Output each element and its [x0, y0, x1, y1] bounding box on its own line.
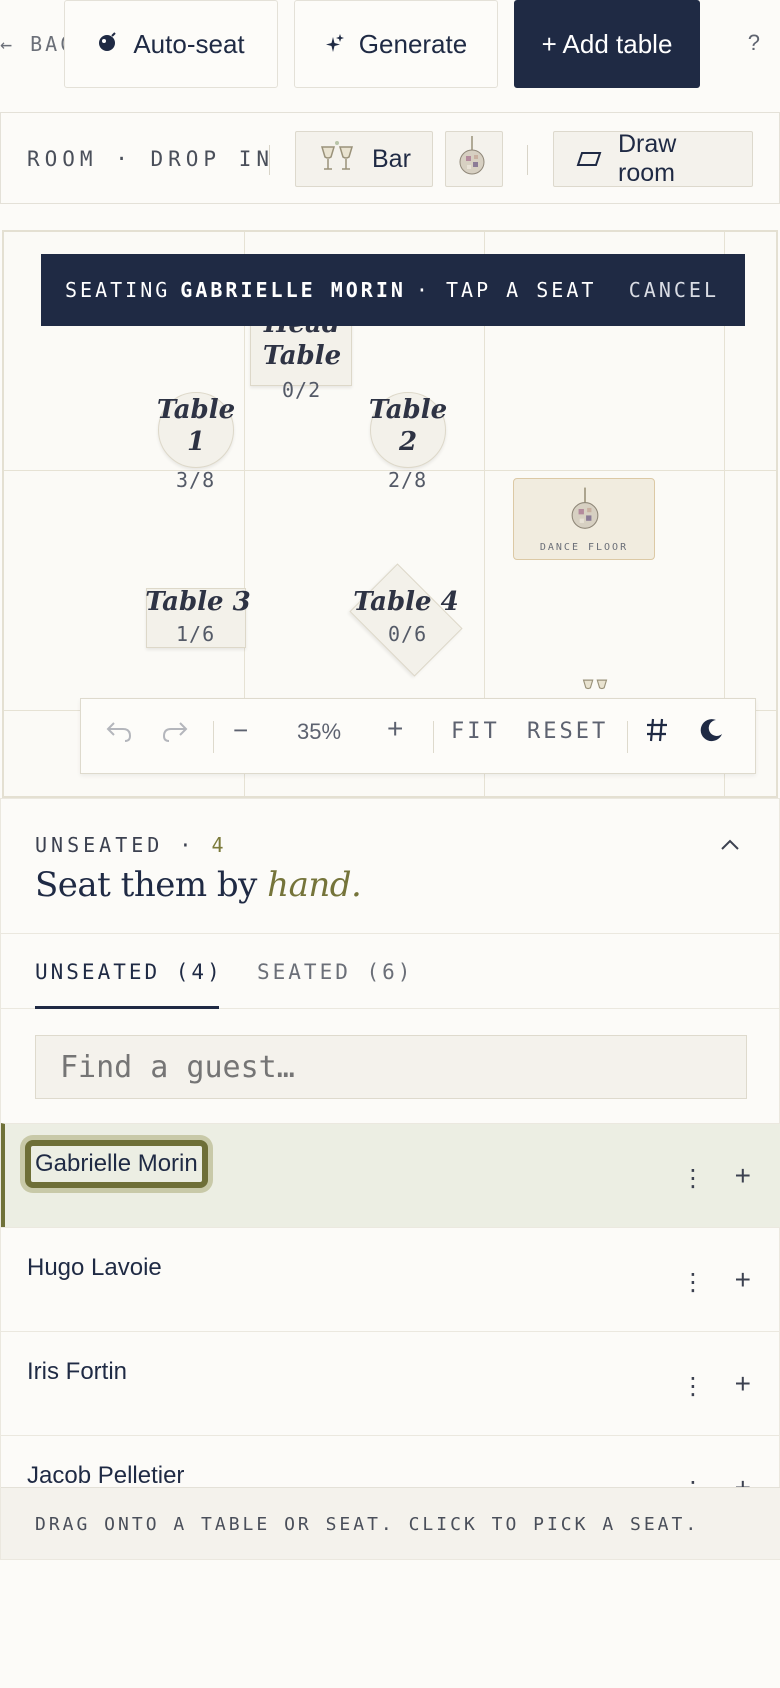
- dance-floor-label: DANCE FLOOR: [539, 542, 629, 553]
- zoom-level: 35%: [297, 719, 342, 744]
- guest-row[interactable]: Gabrielle Morin ⋮ +: [1, 1123, 780, 1227]
- divider: [433, 721, 434, 753]
- dance-floor[interactable]: DANCE FLOOR: [513, 478, 655, 560]
- more-vertical-icon[interactable]: ⋮: [681, 1164, 705, 1193]
- more-vertical-icon[interactable]: ⋮: [681, 1372, 705, 1401]
- fit-button[interactable]: FIT: [451, 719, 500, 744]
- add-table-button[interactable]: + Add table: [514, 0, 700, 88]
- guest-name: Iris Fortin: [27, 1358, 128, 1385]
- footer-hint: DRAG ONTO A TABLE OR SEAT. CLICK TO PICK…: [1, 1487, 780, 1559]
- disco-ball-icon: [570, 487, 600, 536]
- table-name: Table 4: [353, 587, 459, 617]
- seating-banner: SEATING GABRIELLE MORIN · TAP A SEAT CAN…: [41, 254, 745, 326]
- help-button[interactable]: ?: [748, 30, 760, 56]
- room-dropin-bar: ROOM · DROP IN Bar Draw room: [0, 112, 780, 204]
- grid-hash-icon[interactable]: [645, 717, 669, 749]
- panel-heading: Seat them by hand.: [35, 865, 362, 905]
- auto-seat-button[interactable]: Auto-seat: [64, 0, 278, 88]
- unseated-kicker: UNSEATED · 4: [35, 833, 228, 857]
- table-name: Table 3: [145, 587, 251, 617]
- bar-chip[interactable]: Bar: [295, 131, 433, 187]
- table-count: 0/2: [282, 378, 322, 402]
- sparkle-icon: [325, 29, 345, 60]
- disco-ball-icon: [458, 135, 486, 183]
- moon-icon[interactable]: [699, 717, 725, 749]
- guest-search-input[interactable]: [35, 1035, 747, 1099]
- guest-name: Jacob Pelletier: [27, 1462, 185, 1489]
- seating-canvas[interactable]: SEATING GABRIELLE MORIN · TAP A SEAT CAN…: [2, 230, 778, 798]
- generate-button[interactable]: Generate: [294, 0, 498, 88]
- table-name: Table 2: [368, 395, 448, 457]
- table-count: 0/6: [388, 622, 428, 646]
- more-vertical-icon[interactable]: ⋮: [681, 1268, 705, 1297]
- parallelogram-icon: [576, 145, 602, 174]
- zoom-in-button[interactable]: +: [387, 713, 403, 745]
- add-seat-button[interactable]: +: [735, 1160, 751, 1192]
- dance-floor-chip[interactable]: [445, 131, 503, 187]
- table-count: 3/8: [176, 468, 216, 492]
- guest-tabs: UNSEATED (4) SEATED (6): [1, 933, 780, 1009]
- add-seat-button[interactable]: +: [735, 1368, 751, 1400]
- tab-seated[interactable]: SEATED (6): [257, 960, 413, 984]
- guest-row[interactable]: Iris Fortin ⋮ +: [1, 1331, 780, 1435]
- zoom-out-button[interactable]: −: [233, 715, 248, 746]
- active-tab-indicator: [35, 1006, 219, 1009]
- table-count: 2/8: [388, 468, 428, 492]
- divider: [527, 145, 528, 175]
- top-toolbar: ← BAC Auto-seat Generate + Add table ?: [0, 0, 780, 100]
- table-4[interactable]: [349, 563, 463, 677]
- divider: [627, 721, 628, 753]
- divider: [213, 721, 214, 753]
- unseated-panel: UNSEATED · 4 Seat them by hand. UNSEATED…: [0, 798, 780, 1560]
- reset-button[interactable]: RESET: [527, 719, 608, 744]
- undo-icon[interactable]: [105, 719, 133, 749]
- redo-icon[interactable]: [161, 719, 189, 749]
- champagne-icon: [318, 139, 356, 180]
- guest-name: Gabrielle Morin: [25, 1140, 208, 1188]
- guest-name: Hugo Lavoie: [27, 1254, 162, 1281]
- add-seat-button[interactable]: +: [735, 1264, 751, 1296]
- table-name: Table 1: [156, 395, 236, 457]
- guest-row[interactable]: Hugo Lavoie ⋮ +: [1, 1227, 780, 1331]
- chevron-up-icon[interactable]: [719, 831, 741, 859]
- divider: [269, 145, 270, 175]
- tab-unseated[interactable]: UNSEATED (4): [35, 960, 223, 984]
- dropin-label: ROOM · DROP IN: [27, 147, 275, 171]
- canvas-toolbar: − 35% + FIT RESET: [80, 698, 756, 774]
- table-count: 1/6: [176, 622, 216, 646]
- bomb-icon: [97, 29, 119, 60]
- cancel-seating-button[interactable]: CANCEL: [629, 278, 719, 302]
- draw-room-button[interactable]: Draw room: [553, 131, 753, 187]
